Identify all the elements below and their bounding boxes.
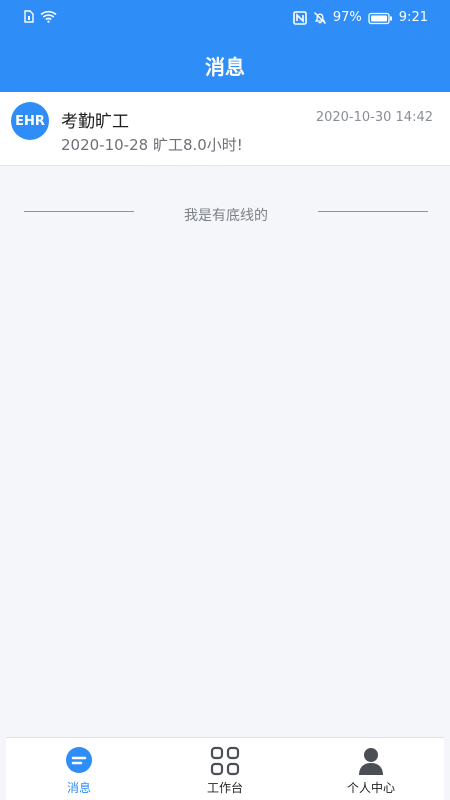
user-icon xyxy=(359,748,383,775)
nfc-icon xyxy=(293,11,307,25)
wifi-icon xyxy=(40,10,57,23)
tab-label-profile: 个人中心 xyxy=(346,781,395,795)
sim-icon xyxy=(24,10,34,23)
list-end-divider: 我是有底线的 xyxy=(24,200,428,224)
chat-icon xyxy=(66,747,92,773)
tab-workbench[interactable]: 工作台 xyxy=(152,738,298,800)
status-left xyxy=(24,10,57,23)
message-title: 考勤旷工 xyxy=(61,112,129,132)
tab-label-workbench: 工作台 xyxy=(206,781,243,795)
ehr-avatar: EHR xyxy=(11,102,49,140)
battery-icon xyxy=(368,12,392,24)
message-time: 2020-10-30 14:42 xyxy=(315,110,433,125)
status-right: 97% 9:21 xyxy=(293,9,428,27)
status-bar: 97% 9:21 xyxy=(0,0,450,36)
battery-percent: 97% xyxy=(332,10,362,25)
tab-profile[interactable]: 个人中心 xyxy=(298,738,444,800)
list-end-text: 我是有底线的 xyxy=(184,208,268,224)
message-preview: 2020-10-28 旷工8.0小时! xyxy=(61,136,243,154)
mute-bell-icon xyxy=(313,12,326,24)
grid-icon xyxy=(210,746,240,776)
tab-messages[interactable]: 消息 xyxy=(6,738,152,800)
status-time: 9:21 xyxy=(398,10,428,25)
app-header: 消息 xyxy=(0,36,450,92)
bottom-tab-bar: 消息 工作台 个人中心 xyxy=(6,737,444,800)
page-title: 消息 xyxy=(205,55,245,79)
tab-label-messages: 消息 xyxy=(66,781,91,795)
divider-line-right xyxy=(318,211,428,212)
